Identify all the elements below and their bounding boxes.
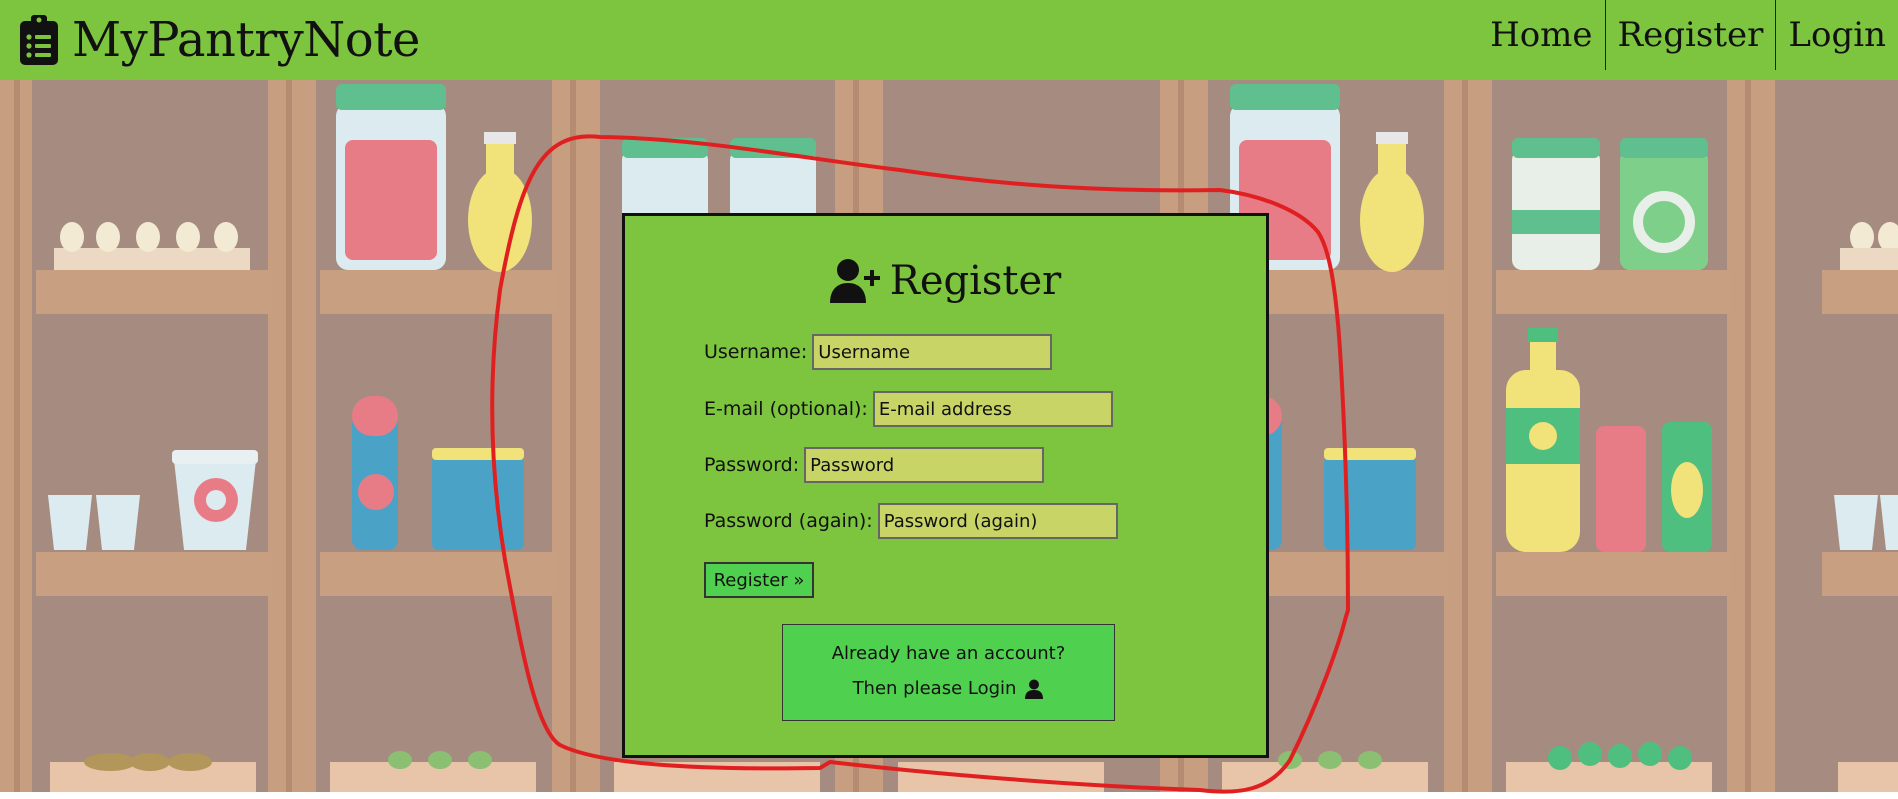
nav-login-link[interactable]: Login (1775, 0, 1898, 70)
login-prompt-box: Already have an account? Then please Log… (782, 624, 1115, 721)
password-row: Password: (704, 447, 1045, 483)
register-submit-button[interactable]: Register » (704, 562, 814, 598)
email-input[interactable] (872, 391, 1113, 427)
panel-title: Register (625, 258, 1266, 304)
brand[interactable]: MyPantryNote (20, 0, 420, 80)
password-label: Password: (704, 454, 800, 476)
username-input[interactable] (812, 334, 1053, 370)
clipboard-list-icon (20, 15, 58, 65)
register-panel: Register Username: E-mail (optional): Pa… (622, 213, 1269, 758)
password-again-row: Password (again): (704, 503, 1118, 539)
login-prompt-text: Already have an account? (831, 643, 1066, 664)
register-heading: Register (889, 258, 1062, 304)
user-plus-icon (829, 259, 880, 303)
email-row: E-mail (optional): (704, 391, 1113, 427)
nav-links: Home Register Login (1478, 0, 1898, 70)
password-again-label: Password (again): (704, 510, 873, 532)
email-label: E-mail (optional): (704, 398, 868, 420)
password-again-input[interactable] (877, 503, 1118, 539)
navbar: MyPantryNote Home Register Login (0, 0, 1898, 80)
nav-register-link[interactable]: Register (1604, 0, 1776, 70)
login-prompt-link[interactable]: Then please Login (783, 678, 1114, 699)
username-label: Username: (704, 341, 808, 363)
username-row: Username: (704, 334, 1053, 370)
nav-home-link[interactable]: Home (1478, 0, 1604, 70)
login-prompt-link-text[interactable]: Then please Login (853, 678, 1017, 699)
password-input[interactable] (804, 447, 1045, 483)
brand-name: MyPantryNote (72, 12, 420, 68)
user-icon (1025, 679, 1044, 699)
